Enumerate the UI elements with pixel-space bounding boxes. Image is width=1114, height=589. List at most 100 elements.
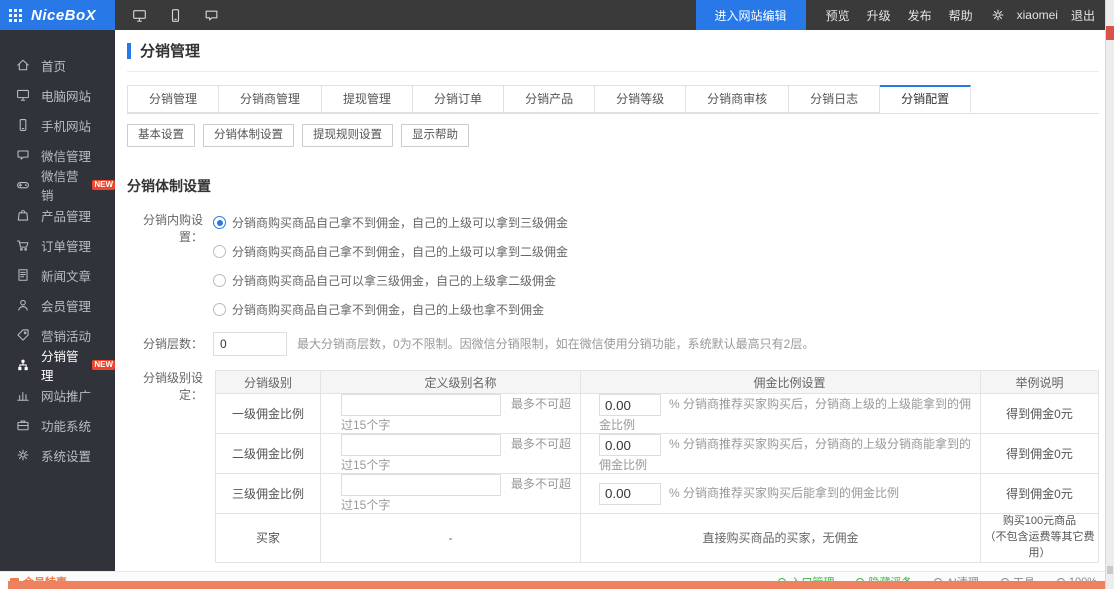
tab-3[interactable]: 分销订单 bbox=[413, 85, 504, 113]
desktop-icon bbox=[16, 88, 30, 102]
tab-1[interactable]: 分销商管理 bbox=[219, 85, 322, 113]
level-cell: 二级佣金比例 bbox=[216, 434, 321, 474]
sidebar-item-home[interactable]: 首页 bbox=[0, 50, 115, 80]
bottom-toolbar-item-2[interactable]: AI清理 bbox=[934, 574, 978, 581]
sidebar-item-tree[interactable]: 分销管理NEW bbox=[0, 350, 115, 380]
enter-site-editor-button[interactable]: 进入网站编辑 bbox=[696, 0, 806, 30]
purchase-setting-label: 分销内购设置： bbox=[127, 212, 213, 318]
radio-icon[interactable] bbox=[213, 303, 226, 316]
table-header-3: 举例说明 bbox=[981, 371, 1099, 394]
name-cell: 最多不可超过15个字 bbox=[321, 434, 581, 474]
sidebar-item-label: 营销活动 bbox=[41, 326, 91, 345]
tab-4[interactable]: 分销产品 bbox=[504, 85, 595, 113]
logout-link[interactable]: 退出 bbox=[1071, 7, 1095, 24]
bottom-toolbar-item-1[interactable]: 隐藏浮条 bbox=[856, 574, 912, 581]
name-cell: 最多不可超过15个字 bbox=[321, 474, 581, 514]
purchase-radio-option-1[interactable]: 分销商购买商品自己拿不到佣金，自己的上级可以拿到二级佣金 bbox=[213, 243, 568, 260]
subnav-button-2[interactable]: 提现规则设置 bbox=[302, 124, 393, 147]
bottom-orange-banner bbox=[8, 581, 1106, 589]
app-logo[interactable]: NiceBoX bbox=[0, 0, 115, 30]
sidebar-item-mobile[interactable]: 手机网站 bbox=[0, 110, 115, 140]
sidebar-item-gamepad[interactable]: 微信营销NEW bbox=[0, 170, 115, 200]
subnav-button-1[interactable]: 分销体制设置 bbox=[203, 124, 294, 147]
bag-icon bbox=[16, 208, 30, 222]
level-name-input[interactable] bbox=[341, 434, 501, 456]
topbar-link-1[interactable]: 升级 bbox=[867, 7, 891, 24]
radio-label: 分销商购买商品自己拿不到佣金，自己的上级可以拿到二级佣金 bbox=[232, 243, 568, 260]
toolbar-item-label: 工具 bbox=[1013, 574, 1035, 581]
purchase-radio-group: 分销商购买商品自己拿不到佣金，自己的上级可以拿到三级佣金分销商购买商品自己拿不到… bbox=[213, 214, 568, 318]
tab-2[interactable]: 提现管理 bbox=[322, 85, 413, 113]
topbar-link-3[interactable]: 帮助 bbox=[949, 7, 973, 24]
tab-7[interactable]: 分销日志 bbox=[789, 85, 880, 113]
topbar: NiceBoX 进入网站编辑 预览升级发布帮助 xiaomei 退出 bbox=[0, 0, 1105, 30]
mobile-icon bbox=[16, 118, 30, 132]
grade-label: 分销级别设定： bbox=[127, 370, 213, 563]
tab-6[interactable]: 分销商审核 bbox=[686, 85, 789, 113]
sidebar-item-label: 会员管理 bbox=[41, 296, 91, 315]
sidebar-item-user[interactable]: 会员管理 bbox=[0, 290, 115, 320]
bottom-toolbar-item-0[interactable]: 入口管理 bbox=[778, 574, 834, 581]
grade-setting-row: 分销级别设定： 分销级别定义级别名称佣金比例设置举例说明一级佣金比例最多不可超过… bbox=[127, 370, 1105, 563]
tab-5[interactable]: 分销等级 bbox=[595, 85, 686, 113]
sidebar-item-label: 微信营销 bbox=[41, 166, 88, 204]
buyer-level-cell: 买家 bbox=[216, 514, 321, 563]
example-cell: 得到佣金0元 bbox=[981, 394, 1099, 434]
username[interactable]: xiaomei bbox=[1017, 8, 1058, 22]
bottom-toolbar-item-4[interactable]: 100% bbox=[1057, 574, 1097, 581]
level-cell: 一级佣金比例 bbox=[216, 394, 321, 434]
buyer-row: 买家-直接购买商品的买家，无佣金购买100元商品（不包含运费等其它费用） bbox=[216, 514, 1099, 563]
bottom-toolbar: 会员特惠 入口管理 隐藏浮条 AI清理 工具 100% bbox=[0, 571, 1105, 581]
sidebar-item-label: 手机网站 bbox=[41, 116, 91, 135]
chat-preview-icon[interactable] bbox=[204, 8, 219, 23]
mobile-preview-icon[interactable] bbox=[168, 8, 183, 23]
radio-icon[interactable] bbox=[213, 245, 226, 258]
topbar-link-2[interactable]: 发布 bbox=[908, 7, 932, 24]
subnav-button-3[interactable]: 显示帮助 bbox=[401, 124, 469, 147]
sidebar-item-doc[interactable]: 新闻文章 bbox=[0, 260, 115, 290]
topbar-links: 预览升级发布帮助 bbox=[826, 7, 973, 24]
tab-0[interactable]: 分销管理 bbox=[127, 85, 219, 113]
table-header-1: 定义级别名称 bbox=[321, 371, 581, 394]
sidebar-item-chart[interactable]: 网站推广 bbox=[0, 380, 115, 410]
topbar-link-0[interactable]: 预览 bbox=[826, 7, 850, 24]
purchase-radio-option-2[interactable]: 分销商购买商品自己可以拿三级佣金，自己的上级拿二级佣金 bbox=[213, 272, 568, 289]
purchase-radio-option-0[interactable]: 分销商购买商品自己拿不到佣金，自己的上级可以拿到三级佣金 bbox=[213, 214, 568, 231]
tab-8[interactable]: 分销配置 bbox=[880, 85, 971, 113]
sidebar-item-briefcase[interactable]: 功能系统 bbox=[0, 410, 115, 440]
sidebar-item-label: 新闻文章 bbox=[41, 266, 91, 285]
sidebar-item-bag[interactable]: 产品管理 bbox=[0, 200, 115, 230]
radio-label: 分销商购买商品自己可以拿三级佣金，自己的上级拿二级佣金 bbox=[232, 272, 556, 289]
rate-input[interactable] bbox=[599, 483, 661, 505]
rate-input[interactable] bbox=[599, 434, 661, 456]
purchase-radio-option-3[interactable]: 分销商购买商品自己拿不到佣金，自己的上级也拿不到佣金 bbox=[213, 301, 568, 318]
purchase-setting-row: 分销内购设置： 分销商购买商品自己拿不到佣金，自己的上级可以拿到三级佣金分销商购… bbox=[127, 212, 1105, 318]
levels-input[interactable] bbox=[213, 332, 287, 356]
name-cell: 最多不可超过15个字 bbox=[321, 394, 581, 434]
subnav-button-0[interactable]: 基本设置 bbox=[127, 124, 195, 147]
example-cell: 得到佣金0元 bbox=[981, 474, 1099, 514]
bottom-toolbar-item-3[interactable]: 工具 bbox=[1001, 574, 1035, 581]
level-name-input[interactable] bbox=[341, 394, 501, 416]
right-edge-scrollbar[interactable] bbox=[1105, 0, 1114, 589]
new-badge: NEW bbox=[92, 360, 115, 370]
sidebar-item-desktop[interactable]: 电脑网站 bbox=[0, 80, 115, 110]
rate-input[interactable] bbox=[599, 394, 661, 416]
commission-grade-table: 分销级别定义级别名称佣金比例设置举例说明一级佣金比例最多不可超过15个字% 分销… bbox=[215, 370, 1099, 563]
radio-icon[interactable] bbox=[213, 274, 226, 287]
page-header: 分销管理 bbox=[127, 30, 1099, 72]
settings-gear-icon[interactable] bbox=[991, 8, 1005, 22]
sidebar-item-cart[interactable]: 订单管理 bbox=[0, 230, 115, 260]
level-cell: 三级佣金比例 bbox=[216, 474, 321, 514]
radio-label: 分销商购买商品自己拿不到佣金，自己的上级也拿不到佣金 bbox=[232, 301, 544, 318]
scrollbar-arrow bbox=[1107, 566, 1113, 574]
sidebar-item-label: 电脑网站 bbox=[41, 86, 91, 105]
app-logo-text: NiceBoX bbox=[31, 7, 96, 24]
radio-icon[interactable] bbox=[213, 216, 226, 229]
levels-hint: 最大分销商层数，0为不限制。因微信分销限制，如在微信使用分销功能，系统默认最高只… bbox=[297, 332, 814, 356]
level-name-input[interactable] bbox=[341, 474, 501, 496]
member-promo-link[interactable]: 会员特惠 bbox=[10, 574, 67, 581]
desktop-preview-icon[interactable] bbox=[132, 8, 147, 23]
sidebar-item-gear[interactable]: 系统设置 bbox=[0, 440, 115, 470]
title-accent-bar bbox=[127, 43, 131, 59]
